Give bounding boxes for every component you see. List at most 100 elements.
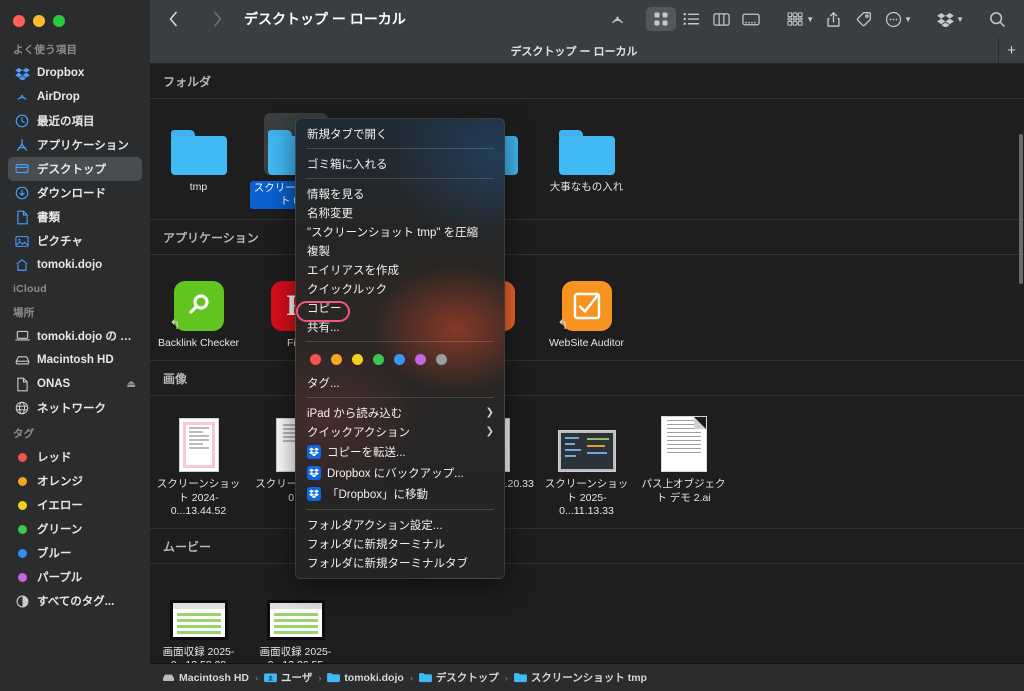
file-item[interactable]: パス上オブジェクト デモ 2.ai (635, 408, 732, 517)
tag-button[interactable] (848, 7, 878, 31)
sidebar-item-3[interactable]: グリーン (8, 517, 142, 541)
file-item[interactable]: ↰ Backlink Checker (150, 267, 247, 350)
eject-icon[interactable]: ⏏ (127, 379, 136, 390)
menu-tag-dot[interactable] (436, 354, 447, 365)
sidebar-item-5[interactable]: ダウンロード (8, 181, 142, 205)
sidebar-item-8[interactable]: tomoki.dojo (8, 253, 142, 277)
back-button[interactable] (160, 6, 186, 32)
file-item[interactable]: スクリーンショット 2025-0...11.13.33 (538, 408, 635, 517)
view-gallery-button[interactable] (736, 7, 766, 31)
folder-icon (170, 111, 227, 175)
menu-item[interactable]: 複製 (296, 241, 504, 260)
breadcrumb-item[interactable]: デスクトップ (418, 670, 499, 685)
chevron-down-icon-2[interactable]: ▼ (904, 15, 912, 24)
file-item[interactable]: tmp (150, 111, 247, 209)
sidebar-item-3[interactable]: アプリケーション (8, 133, 142, 157)
menu-item[interactable]: 共有... (296, 317, 504, 336)
sidebar-item-2[interactable]: イエロー (8, 493, 142, 517)
breadcrumb-item[interactable]: ユーザ (264, 670, 312, 685)
menu-item[interactable]: フォルダアクション設定... (296, 515, 504, 534)
context-menu[interactable]: 新規タブで開く ゴミ箱に入れる 情報を見る 名称変更 "スクリーンショット tmp" を… (295, 118, 505, 579)
menu-item[interactable]: 名称変更 (296, 203, 504, 222)
documents-icon (14, 209, 30, 225)
menu-item[interactable]: "スクリーンショット tmp" を圧縮 (296, 222, 504, 241)
dropbox-icon (307, 444, 321, 459)
sidebar-item-4[interactable]: デスクトップ (8, 157, 142, 181)
clock-icon (14, 113, 30, 129)
menu-tag-dot[interactable] (373, 354, 384, 365)
breadcrumb-item[interactable]: スクリーンショット tmp (513, 670, 647, 685)
sidebar-item-label: tomoki.dojo の Ma... (37, 331, 136, 343)
tag-color-dot (17, 572, 27, 582)
sidebar-item-7[interactable]: ピクチャ (8, 229, 142, 253)
menu-tag-dot[interactable] (331, 354, 342, 365)
menu-item[interactable]: ゴミ箱に入れる (296, 154, 504, 173)
file-item[interactable]: スクリーンショット 2024-0...13.44.52 (150, 408, 247, 517)
tag-color-dot (17, 476, 27, 486)
menu-item[interactable]: クイックアクション ❯ (296, 422, 504, 441)
file-item[interactable]: 大事なもの入れ (538, 111, 635, 209)
chevron-down-icon[interactable]: ▼ (806, 15, 814, 24)
menu-item-label: クイックアクション (307, 426, 410, 439)
menu-tag-dot[interactable] (394, 354, 405, 365)
menu-item[interactable]: コピーを転送... (296, 441, 504, 462)
minimize-button[interactable] (33, 14, 45, 27)
sidebar-item-label: グリーン (37, 524, 83, 536)
file-item[interactable]: ↰ WebSite Auditor (538, 267, 635, 350)
sidebar-item-label: ピクチャ (37, 236, 83, 248)
tab-desktop-local[interactable]: デスクトップ ー ローカル (150, 38, 998, 63)
sidebar-item-6[interactable]: すべてのタグ... (8, 589, 142, 613)
menu-tag-dot[interactable] (310, 354, 321, 365)
sidebar-item-1[interactable]: オレンジ (8, 469, 142, 493)
breadcrumb-item[interactable]: tomoki.dojo (327, 671, 404, 684)
sidebar-item-3[interactable]: ネットワーク (8, 396, 142, 420)
sidebar-item-label: ネットワーク (37, 403, 106, 415)
chevron-down-icon-3[interactable]: ▼ (956, 15, 964, 24)
new-tab-button[interactable]: + (998, 38, 1024, 63)
search-icon[interactable] (982, 7, 1012, 31)
menu-item[interactable]: iPad から読み込む ❯ (296, 403, 504, 422)
menu-separator (306, 509, 494, 510)
menu-item-label: "スクリーンショット tmp" を圧縮 (307, 226, 479, 239)
file-item[interactable]: 画面収録 2025-0...13.36.55 (247, 576, 344, 663)
sidebar-item-0[interactable]: レッド (8, 445, 142, 469)
sidebar-item-label: レッド (37, 452, 72, 464)
menu-item-label: 複製 (307, 245, 330, 258)
sidebar-item-1[interactable]: AirDrop (8, 85, 142, 109)
menu-item-label: フォルダに新規ターミナル (307, 538, 445, 551)
sidebar-item-0[interactable]: Dropbox (8, 61, 142, 85)
menu-item[interactable]: 「Dropbox」に移動 (296, 483, 504, 504)
view-icon-grid-button[interactable] (646, 7, 677, 31)
forward-button[interactable] (204, 6, 230, 32)
menu-item[interactable]: 情報を見る (296, 184, 504, 203)
sidebar-item-2[interactable]: 最近の項目 (8, 109, 142, 133)
sidebar-item-6[interactable]: 書類 (8, 205, 142, 229)
sidebar-item-5[interactable]: パープル (8, 565, 142, 589)
file-item[interactable]: 画面収録 2025-0...13.58.29 (150, 576, 247, 663)
menu-item[interactable]: コピー (296, 298, 504, 317)
menu-item[interactable]: フォルダに新規ターミナルタブ (296, 553, 504, 572)
menu-item[interactable]: クイックルック (296, 279, 504, 298)
sidebar-item-4[interactable]: ブルー (8, 541, 142, 565)
breadcrumb-item[interactable]: Macintosh HD (162, 671, 249, 684)
vertical-scrollbar[interactable] (1019, 134, 1023, 284)
breadcrumb-label: スクリーンショット tmp (530, 672, 647, 684)
menu-item-label: Dropbox にバックアップ... (327, 467, 464, 480)
menu-item[interactable]: エイリアスを作成 (296, 260, 504, 279)
menu-item[interactable]: タグ... (296, 373, 504, 392)
sidebar-item-0[interactable]: tomoki.dojo の Ma... (8, 324, 142, 348)
file-item-label: 画面収録 2025-0...13.36.55 (259, 645, 332, 663)
airdrop-icon[interactable] (602, 7, 632, 31)
zoom-button[interactable] (53, 14, 65, 27)
menu-tag-dot[interactable] (352, 354, 363, 365)
menu-item[interactable]: Dropbox にバックアップ... (296, 462, 504, 483)
menu-item[interactable]: 新規タブで開く (296, 124, 504, 143)
sidebar-item-2[interactable]: ONAS ⏏ (8, 372, 142, 396)
share-button[interactable] (818, 7, 848, 31)
menu-item[interactable]: フォルダに新規ターミナル (296, 534, 504, 553)
close-button[interactable] (13, 14, 25, 27)
view-list-button[interactable] (676, 7, 706, 31)
view-column-button[interactable] (706, 7, 736, 31)
sidebar-item-1[interactable]: Macintosh HD (8, 348, 142, 372)
menu-tag-dot[interactable] (415, 354, 426, 365)
